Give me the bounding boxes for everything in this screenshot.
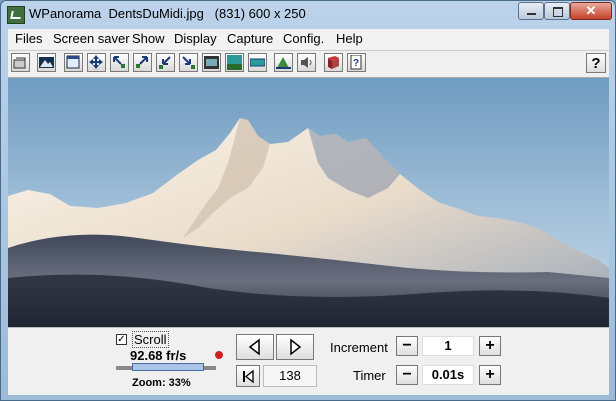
open-icon bbox=[13, 57, 26, 69]
timer-plus-button[interactable]: + bbox=[479, 365, 501, 385]
menu-bar: Files Screen saver Show Display Capture … bbox=[8, 29, 609, 49]
zoom-out-icon bbox=[113, 56, 125, 68]
close-icon: ✕ bbox=[585, 3, 597, 18]
menu-display[interactable]: Display bbox=[174, 31, 217, 46]
help-page-icon: ? bbox=[350, 55, 362, 70]
timer-value[interactable]: 0.01s bbox=[422, 365, 474, 385]
speed-readout: 92.68 fr/s bbox=[130, 348, 187, 363]
image-button[interactable] bbox=[37, 53, 56, 72]
app-window: WPanorama DentsDuMidi.jpg (831) 600 x 25… bbox=[0, 0, 616, 401]
zoom-slider[interactable] bbox=[116, 363, 216, 371]
shrink-button[interactable] bbox=[156, 53, 175, 72]
minimize-icon bbox=[527, 13, 536, 15]
sound-button[interactable] bbox=[297, 53, 316, 72]
position-value: 138 bbox=[263, 365, 317, 387]
panorama-button[interactable] bbox=[248, 53, 267, 72]
menu-config[interactable]: Config. bbox=[283, 31, 324, 46]
zoom-out-button[interactable] bbox=[110, 53, 129, 72]
maximize-button[interactable] bbox=[544, 2, 570, 20]
film-button[interactable] bbox=[202, 53, 221, 72]
zoom-in-icon bbox=[136, 56, 148, 68]
mountain-button[interactable] bbox=[274, 53, 293, 72]
minimize-button[interactable] bbox=[518, 2, 544, 20]
controls-panel: ✓ Scroll 92.68 fr/s Zoom: 33% 138 Increm… bbox=[8, 327, 609, 395]
increment-value[interactable]: 1 bbox=[422, 336, 474, 356]
svg-text:?: ? bbox=[353, 58, 359, 69]
triangle-right-icon bbox=[290, 338, 302, 356]
scroll-label[interactable]: Scroll bbox=[132, 331, 169, 348]
film-icon bbox=[204, 56, 219, 69]
move-button[interactable] bbox=[87, 53, 106, 72]
zoom-in-button[interactable] bbox=[133, 53, 152, 72]
speed-indicator-icon bbox=[215, 351, 223, 359]
open-button[interactable] bbox=[11, 53, 30, 72]
client-area: Files Screen saver Show Display Capture … bbox=[8, 29, 609, 395]
menu-screen-saver[interactable]: Screen saver bbox=[53, 31, 130, 46]
shrink-icon bbox=[159, 56, 171, 69]
window-fit-button[interactable] bbox=[64, 53, 83, 72]
context-help-button[interactable]: ? bbox=[586, 53, 606, 73]
landscape-icon bbox=[227, 55, 242, 70]
scroll-right-button[interactable] bbox=[276, 334, 314, 360]
landscape-button[interactable] bbox=[225, 53, 244, 72]
scroll-checkbox[interactable]: ✓ bbox=[116, 334, 127, 345]
close-button[interactable]: ✕ bbox=[570, 2, 612, 20]
triangle-left-icon bbox=[248, 338, 260, 356]
timer-label: Timer bbox=[353, 368, 386, 383]
image-icon bbox=[39, 57, 54, 68]
window-title: WPanorama DentsDuMidi.jpg (831) 600 x 25… bbox=[29, 6, 306, 21]
increment-plus-button[interactable]: + bbox=[479, 336, 501, 356]
expand-button[interactable] bbox=[179, 53, 198, 72]
sound-icon bbox=[301, 57, 312, 68]
increment-minus-button[interactable]: − bbox=[396, 336, 418, 356]
mountain-icon bbox=[276, 57, 291, 69]
book-button[interactable] bbox=[324, 53, 343, 72]
increment-label: Increment bbox=[330, 340, 388, 355]
timer-minus-button[interactable]: − bbox=[396, 365, 418, 385]
menu-capture[interactable]: Capture bbox=[227, 31, 273, 46]
zoom-readout: Zoom: 33% bbox=[132, 377, 191, 389]
zoom-slider-thumb[interactable] bbox=[132, 363, 204, 371]
help-page-button[interactable]: ? bbox=[347, 53, 366, 72]
go-to-start-button[interactable] bbox=[236, 365, 260, 387]
panorama-image[interactable] bbox=[8, 78, 609, 327]
menu-help[interactable]: Help bbox=[336, 31, 363, 46]
book-icon bbox=[328, 56, 339, 69]
move-icon bbox=[89, 55, 103, 69]
expand-icon bbox=[182, 56, 195, 69]
checkmark-icon: ✓ bbox=[117, 334, 126, 345]
scroll-left-button[interactable] bbox=[236, 334, 274, 360]
window-fit-icon bbox=[66, 55, 80, 69]
toolbar: ? ? bbox=[8, 50, 609, 78]
mountain-panorama-picture bbox=[8, 78, 609, 327]
menu-files[interactable]: Files bbox=[15, 31, 42, 46]
menu-show[interactable]: Show bbox=[132, 31, 165, 46]
wpanorama-app-icon[interactable] bbox=[7, 6, 25, 24]
skip-to-start-icon bbox=[243, 369, 254, 384]
title-bar[interactable]: WPanorama DentsDuMidi.jpg (831) 600 x 25… bbox=[1, 1, 615, 27]
panorama-icon bbox=[250, 58, 265, 67]
maximize-icon bbox=[553, 7, 563, 17]
